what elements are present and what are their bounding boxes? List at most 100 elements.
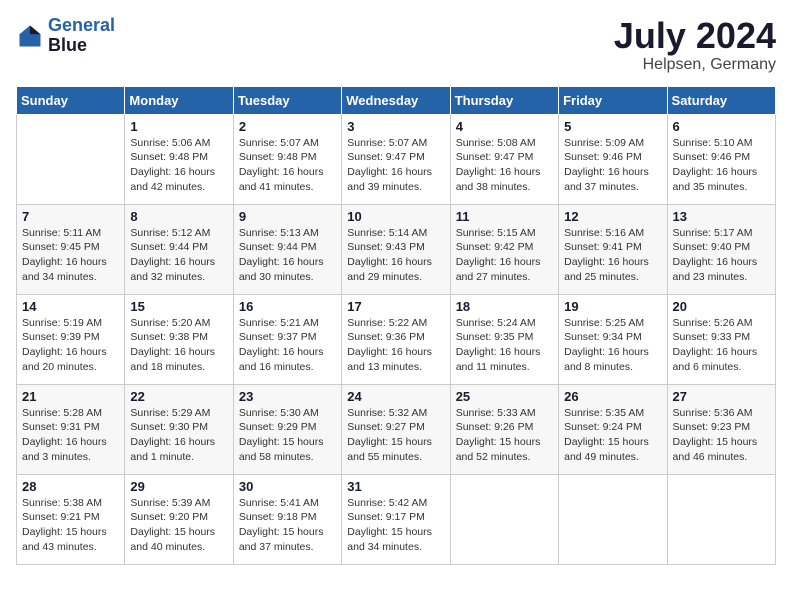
calendar-cell: 28 Sunrise: 5:38 AM Sunset: 9:21 PM Dayli… [17, 474, 125, 564]
calendar-cell: 13 Sunrise: 5:17 AM Sunset: 9:40 PM Dayli… [667, 204, 775, 294]
calendar-cell: 17 Sunrise: 5:22 AM Sunset: 9:36 PM Dayli… [342, 294, 450, 384]
logo: GeneralBlue [16, 16, 115, 56]
day-number: 21 [22, 389, 119, 404]
day-info: Sunrise: 5:20 AM Sunset: 9:38 PM Dayligh… [130, 316, 227, 375]
day-info: Sunrise: 5:35 AM Sunset: 9:24 PM Dayligh… [564, 406, 661, 465]
day-number: 19 [564, 299, 661, 314]
day-info: Sunrise: 5:38 AM Sunset: 9:21 PM Dayligh… [22, 496, 119, 555]
day-number: 24 [347, 389, 444, 404]
calendar-cell: 27Sunrise: 5:36 AM Sunset: 9:23 PM Dayli… [667, 384, 775, 474]
location-subtitle: Helpsen, Germany [614, 56, 776, 74]
calendar-cell: 9 Sunrise: 5:13 AM Sunset: 9:44 PM Daylig… [233, 204, 341, 294]
day-header-saturday: Saturday [667, 86, 775, 114]
calendar-cell: 18Sunrise: 5:24 AM Sunset: 9:35 PM Dayli… [450, 294, 558, 384]
day-info: Sunrise: 5:41 AM Sunset: 9:18 PM Dayligh… [239, 496, 336, 555]
day-number: 17 [347, 299, 444, 314]
day-number: 8 [130, 209, 227, 224]
calendar-cell: 21Sunrise: 5:28 AM Sunset: 9:31 PM Dayli… [17, 384, 125, 474]
day-number: 5 [564, 119, 661, 134]
calendar-cell: 15 Sunrise: 5:20 AM Sunset: 9:38 PM Dayli… [125, 294, 233, 384]
week-row-5: 28 Sunrise: 5:38 AM Sunset: 9:21 PM Dayli… [17, 474, 776, 564]
calendar-cell: 10 Sunrise: 5:14 AM Sunset: 9:43 PM Dayli… [342, 204, 450, 294]
calendar-cell [17, 114, 125, 204]
day-info: Sunrise: 5:25 AM Sunset: 9:34 PM Dayligh… [564, 316, 661, 375]
day-info: Sunrise: 5:15 AM Sunset: 9:42 PM Dayligh… [456, 226, 553, 285]
calendar-cell: 16Sunrise: 5:21 AM Sunset: 9:37 PM Dayli… [233, 294, 341, 384]
day-info: Sunrise: 5:33 AM Sunset: 9:26 PM Dayligh… [456, 406, 553, 465]
calendar-cell: 1 Sunrise: 5:06 AM Sunset: 9:48 PM Daylig… [125, 114, 233, 204]
day-info: Sunrise: 5:42 AM Sunset: 9:17 PM Dayligh… [347, 496, 444, 555]
calendar-cell: 5 Sunrise: 5:09 AM Sunset: 9:46 PM Daylig… [559, 114, 667, 204]
header-row: SundayMondayTuesdayWednesdayThursdayFrid… [17, 86, 776, 114]
week-row-4: 21Sunrise: 5:28 AM Sunset: 9:31 PM Dayli… [17, 384, 776, 474]
day-info: Sunrise: 5:29 AM Sunset: 9:30 PM Dayligh… [130, 406, 227, 465]
calendar-cell [559, 474, 667, 564]
day-number: 9 [239, 209, 336, 224]
calendar-cell: 11 Sunrise: 5:15 AM Sunset: 9:42 PM Dayli… [450, 204, 558, 294]
day-header-sunday: Sunday [17, 86, 125, 114]
week-row-2: 7 Sunrise: 5:11 AM Sunset: 9:45 PM Daylig… [17, 204, 776, 294]
page-header: GeneralBlue July 2024 Helpsen, Germany [16, 16, 776, 74]
day-number: 29 [130, 479, 227, 494]
week-row-1: 1 Sunrise: 5:06 AM Sunset: 9:48 PM Daylig… [17, 114, 776, 204]
calendar-cell: 12Sunrise: 5:16 AM Sunset: 9:41 PM Dayli… [559, 204, 667, 294]
day-info: Sunrise: 5:08 AM Sunset: 9:47 PM Dayligh… [456, 136, 553, 195]
day-info: Sunrise: 5:06 AM Sunset: 9:48 PM Dayligh… [130, 136, 227, 195]
calendar-cell: 6 Sunrise: 5:10 AM Sunset: 9:46 PM Daylig… [667, 114, 775, 204]
calendar-cell: 19 Sunrise: 5:25 AM Sunset: 9:34 PM Dayli… [559, 294, 667, 384]
calendar-table: SundayMondayTuesdayWednesdayThursdayFrid… [16, 86, 776, 565]
day-info: Sunrise: 5:22 AM Sunset: 9:36 PM Dayligh… [347, 316, 444, 375]
day-number: 14 [22, 299, 119, 314]
day-number: 30 [239, 479, 336, 494]
day-header-thursday: Thursday [450, 86, 558, 114]
day-number: 11 [456, 209, 553, 224]
day-info: Sunrise: 5:14 AM Sunset: 9:43 PM Dayligh… [347, 226, 444, 285]
day-info: Sunrise: 5:13 AM Sunset: 9:44 PM Dayligh… [239, 226, 336, 285]
calendar-cell: 30 Sunrise: 5:41 AM Sunset: 9:18 PM Dayli… [233, 474, 341, 564]
day-number: 15 [130, 299, 227, 314]
calendar-cell: 2Sunrise: 5:07 AM Sunset: 9:48 PM Daylig… [233, 114, 341, 204]
day-number: 7 [22, 209, 119, 224]
day-info: Sunrise: 5:09 AM Sunset: 9:46 PM Dayligh… [564, 136, 661, 195]
day-info: Sunrise: 5:17 AM Sunset: 9:40 PM Dayligh… [673, 226, 770, 285]
day-info: Sunrise: 5:19 AM Sunset: 9:39 PM Dayligh… [22, 316, 119, 375]
day-info: Sunrise: 5:11 AM Sunset: 9:45 PM Dayligh… [22, 226, 119, 285]
calendar-cell: 31Sunrise: 5:42 AM Sunset: 9:17 PM Dayli… [342, 474, 450, 564]
calendar-cell: 7 Sunrise: 5:11 AM Sunset: 9:45 PM Daylig… [17, 204, 125, 294]
day-header-wednesday: Wednesday [342, 86, 450, 114]
calendar-cell [450, 474, 558, 564]
calendar-cell: 3Sunrise: 5:07 AM Sunset: 9:47 PM Daylig… [342, 114, 450, 204]
day-number: 4 [456, 119, 553, 134]
calendar-cell: 22 Sunrise: 5:29 AM Sunset: 9:30 PM Dayli… [125, 384, 233, 474]
day-info: Sunrise: 5:10 AM Sunset: 9:46 PM Dayligh… [673, 136, 770, 195]
title-block: July 2024 Helpsen, Germany [614, 16, 776, 74]
calendar-cell: 20Sunrise: 5:26 AM Sunset: 9:33 PM Dayli… [667, 294, 775, 384]
day-info: Sunrise: 5:21 AM Sunset: 9:37 PM Dayligh… [239, 316, 336, 375]
day-header-monday: Monday [125, 86, 233, 114]
day-number: 10 [347, 209, 444, 224]
day-number: 2 [239, 119, 336, 134]
day-number: 1 [130, 119, 227, 134]
day-number: 25 [456, 389, 553, 404]
calendar-cell: 29Sunrise: 5:39 AM Sunset: 9:20 PM Dayli… [125, 474, 233, 564]
day-info: Sunrise: 5:24 AM Sunset: 9:35 PM Dayligh… [456, 316, 553, 375]
day-header-tuesday: Tuesday [233, 86, 341, 114]
day-number: 13 [673, 209, 770, 224]
calendar-cell: 25 Sunrise: 5:33 AM Sunset: 9:26 PM Dayli… [450, 384, 558, 474]
calendar-cell: 23Sunrise: 5:30 AM Sunset: 9:29 PM Dayli… [233, 384, 341, 474]
calendar-cell: 26Sunrise: 5:35 AM Sunset: 9:24 PM Dayli… [559, 384, 667, 474]
day-number: 28 [22, 479, 119, 494]
day-info: Sunrise: 5:30 AM Sunset: 9:29 PM Dayligh… [239, 406, 336, 465]
calendar-cell: 14 Sunrise: 5:19 AM Sunset: 9:39 PM Dayli… [17, 294, 125, 384]
day-header-friday: Friday [559, 86, 667, 114]
day-info: Sunrise: 5:36 AM Sunset: 9:23 PM Dayligh… [673, 406, 770, 465]
day-number: 20 [673, 299, 770, 314]
day-info: Sunrise: 5:12 AM Sunset: 9:44 PM Dayligh… [130, 226, 227, 285]
logo-icon [16, 22, 44, 50]
calendar-cell: 8 Sunrise: 5:12 AM Sunset: 9:44 PM Daylig… [125, 204, 233, 294]
logo-text: GeneralBlue [48, 16, 115, 56]
week-row-3: 14 Sunrise: 5:19 AM Sunset: 9:39 PM Dayli… [17, 294, 776, 384]
day-number: 22 [130, 389, 227, 404]
day-number: 6 [673, 119, 770, 134]
month-title: July 2024 [614, 16, 776, 56]
